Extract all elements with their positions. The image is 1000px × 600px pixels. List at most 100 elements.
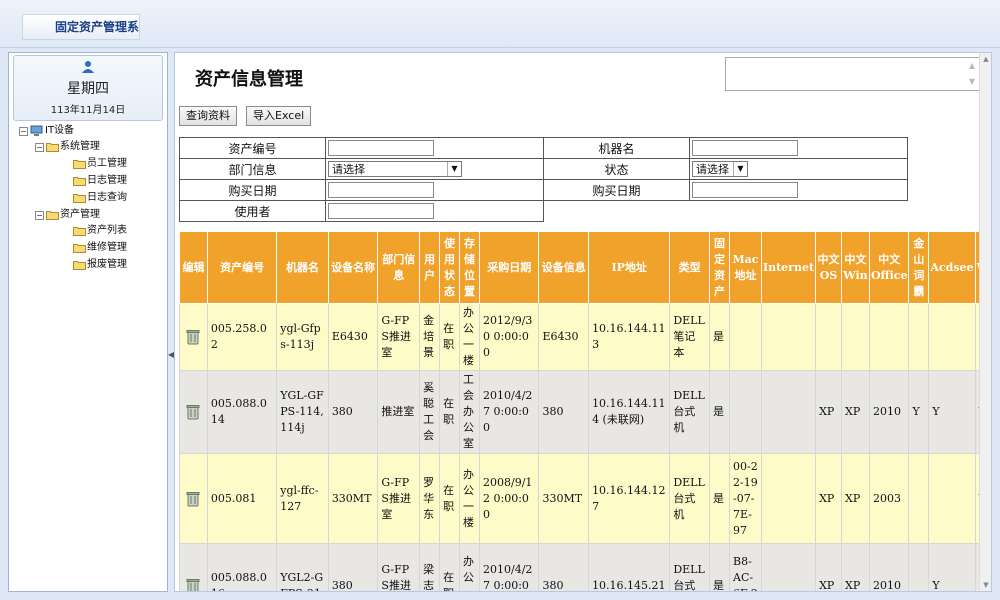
folder-icon bbox=[73, 227, 86, 236]
table-cell bbox=[760, 370, 817, 454]
table-cell: 2012/9/30 0:00:00 bbox=[478, 303, 540, 371]
top-right-textbox[interactable]: ▲ ▼ bbox=[725, 57, 981, 91]
tree-group-assets[interactable]: − 资产管理 bbox=[35, 207, 100, 223]
tree-item-log-query[interactable]: 日志查询 bbox=[73, 190, 127, 206]
column-header: Internet bbox=[760, 231, 817, 304]
table-cell: 2010/4/27 0:00:00 bbox=[478, 543, 540, 591]
vertical-scrollbar[interactable]: ▲ ▼ bbox=[979, 53, 991, 591]
tree-group-label: 资产管理 bbox=[60, 209, 100, 220]
table-row: 005.258.02 ygl-Gfps-113j E6430 G-FPS推进室 金培景在… bbox=[179, 303, 991, 371]
filter-label: 购买日期 bbox=[543, 179, 690, 201]
collapse-icon[interactable]: − bbox=[19, 126, 28, 136]
collapse-icon[interactable]: − bbox=[35, 142, 44, 152]
tree-group-system[interactable]: − 系统管理 bbox=[35, 139, 100, 155]
column-header: 存储位置 bbox=[459, 231, 480, 304]
table-cell: 在职 bbox=[439, 370, 461, 454]
table-cell: 380 bbox=[538, 543, 590, 591]
table-cell: 005.081 bbox=[206, 453, 278, 544]
asset-table: 编辑 资产编号 机器名 设备名称 部门信息 用户 使用状态 存储位置 采购日期 设备信息 IP地址类… bbox=[179, 231, 991, 593]
machine-name-input[interactable] bbox=[692, 140, 798, 156]
asset-no-input[interactable] bbox=[328, 140, 434, 156]
folder-icon bbox=[73, 261, 86, 270]
tree-item-label: 员工管理 bbox=[87, 158, 127, 169]
status-select[interactable]: 请选择 ▼ bbox=[692, 161, 748, 177]
column-header: 使用状态 bbox=[439, 231, 461, 304]
trash-icon[interactable] bbox=[186, 491, 200, 507]
table-cell: 在职 bbox=[439, 543, 461, 591]
table-row: 005.088.014 YGL-GFPS-114,114j 380 推进室 奚聪工会 在职… bbox=[179, 370, 991, 454]
chevron-down-icon[interactable]: ▼ bbox=[447, 162, 461, 176]
query-button[interactable]: 查询资料 bbox=[179, 106, 237, 126]
sidebar: 星期四 113年11月14日 − IT设备 − 系统管理 员工管理 日志管理 日… bbox=[8, 52, 168, 592]
filter-label: 状态 bbox=[543, 158, 690, 180]
import-excel-button[interactable]: 导入Excel bbox=[246, 106, 312, 126]
table-cell: 005.088.014 bbox=[206, 370, 278, 454]
scroll-down-icon[interactable]: ▼ bbox=[966, 75, 978, 89]
scroll-up-icon[interactable]: ▲ bbox=[966, 59, 978, 73]
edit-cell bbox=[179, 543, 208, 593]
scroll-up-icon[interactable]: ▲ bbox=[980, 53, 991, 65]
table-cell: DELL台式机 bbox=[669, 370, 711, 454]
purchase-date-start-input[interactable] bbox=[328, 182, 434, 198]
table-cell: ygl-Gfps-113j bbox=[276, 303, 329, 371]
table-cell bbox=[908, 543, 930, 591]
column-header: 类型 bbox=[669, 231, 711, 304]
scroll-down-icon[interactable]: ▼ bbox=[980, 579, 991, 591]
chevron-down-icon[interactable]: ▼ bbox=[733, 162, 747, 176]
folder-icon bbox=[73, 194, 86, 203]
table-cell: G-FPS推进室 bbox=[377, 543, 421, 591]
table-cell: DELL台式机 bbox=[669, 453, 711, 544]
table-cell: B8-AC-6F-2C- bbox=[729, 543, 762, 591]
tree-item-repair[interactable]: 维修管理 bbox=[73, 240, 127, 256]
table-cell: 10.16.144.127 bbox=[588, 453, 671, 544]
table-cell: G-FPS推进室 bbox=[377, 303, 421, 371]
column-header: 中文Office bbox=[868, 231, 910, 304]
table-cell: DELL笔记本 bbox=[669, 303, 711, 371]
table-cell: XP bbox=[840, 543, 870, 591]
table-cell: 奚聪工会 bbox=[419, 370, 441, 454]
table-cell bbox=[815, 303, 842, 371]
column-header: Acdsee bbox=[928, 231, 976, 304]
table-cell: 380 bbox=[538, 370, 590, 454]
table-cell: 330MT bbox=[327, 453, 379, 544]
table-cell bbox=[760, 453, 817, 544]
tree-root-it-devices[interactable]: − IT设备 bbox=[19, 123, 74, 139]
table-cell: 005.088.016 bbox=[206, 543, 278, 591]
table-cell: 2010 bbox=[868, 543, 910, 591]
table-cell: 推进室 bbox=[377, 370, 421, 454]
filter-form: 资产编号 机器名 部门信息 请选择 ▼ 状态 请选择 ▼ 购买日期 购买日期 使… bbox=[179, 137, 908, 222]
edit-cell bbox=[179, 453, 208, 544]
column-header: 资产编号 bbox=[206, 231, 278, 304]
table-cell: 办公一楼 bbox=[459, 303, 480, 371]
trash-icon[interactable] bbox=[186, 578, 200, 593]
table-cell: 梁志辉 bbox=[419, 543, 441, 591]
filter-label: 购买日期 bbox=[179, 179, 326, 201]
tree-item-asset-list[interactable]: 资产列表 bbox=[73, 223, 127, 239]
collapse-icon[interactable]: − bbox=[35, 210, 44, 220]
table-cell bbox=[729, 303, 762, 371]
column-header: 设备信息 bbox=[538, 231, 590, 304]
computer-icon bbox=[30, 125, 43, 136]
table-cell: 10.16.144.114 (未联网) bbox=[588, 370, 671, 454]
folder-icon bbox=[73, 177, 86, 186]
filter-label: 部门信息 bbox=[179, 158, 326, 180]
tree-item-employee[interactable]: 员工管理 bbox=[73, 156, 127, 172]
dept-select[interactable]: 请选择 ▼ bbox=[328, 161, 462, 177]
folder-icon bbox=[46, 211, 59, 220]
tree-item-label: 日志查询 bbox=[87, 192, 127, 203]
column-header: Mac地址 bbox=[729, 231, 762, 304]
weekday-label: 星期四 bbox=[67, 81, 109, 97]
trash-icon[interactable] bbox=[186, 404, 200, 420]
app-header: 固定资产管理系统 bbox=[0, 0, 1000, 48]
trash-icon[interactable] bbox=[186, 329, 200, 345]
folder-icon bbox=[73, 244, 86, 253]
user-input[interactable] bbox=[328, 203, 434, 219]
column-header: 金山词霸 bbox=[908, 231, 930, 304]
column-header: 中文Win bbox=[840, 231, 870, 304]
column-header: 中文OS bbox=[815, 231, 842, 304]
table-cell: G-FPS推进室 bbox=[377, 453, 421, 544]
tree-item-log-manage[interactable]: 日志管理 bbox=[73, 173, 127, 189]
tree-item-scrap[interactable]: 报废管理 bbox=[73, 257, 127, 273]
purchase-date-end-input[interactable] bbox=[692, 182, 798, 198]
column-header: 固定资产 bbox=[709, 231, 730, 304]
